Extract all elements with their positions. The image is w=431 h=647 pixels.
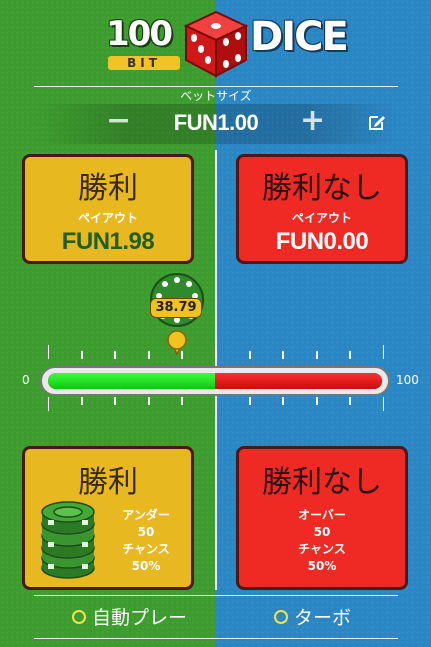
over-direction-label: オーバー: [298, 508, 346, 522]
slider-track[interactable]: [40, 366, 390, 396]
slider-min-label: 0: [22, 373, 30, 387]
bet-value: FUN1.00: [173, 110, 259, 135]
roll-value-label: 38.79: [150, 298, 202, 318]
autoplay-toggle[interactable]: 自動プレー: [72, 603, 187, 630]
over-card-title: 勝利なし: [262, 465, 382, 500]
under-card-title: 勝利: [78, 465, 138, 500]
win-payout-card[interactable]: 勝利 ペイアウト FUN1.98: [22, 154, 194, 264]
options-bar: 自動プレー ターボ: [34, 595, 398, 639]
win-payout-label: ペイアウト: [77, 211, 138, 225]
lose-payout-label: ペイアウト: [291, 211, 352, 225]
autoplay-radio-icon: [72, 609, 86, 624]
win-payout-value: FUN1.98: [61, 228, 155, 255]
logo-bit: BIT: [108, 56, 180, 70]
under-chance-value: 50%: [131, 559, 161, 573]
lose-payout-value: FUN0.00: [275, 228, 369, 255]
game-screen: 100 BIT DICE ベットサイズ − FUN1.00 + 勝利 ペイアウト…: [0, 0, 431, 647]
red-die-icon: [183, 10, 249, 78]
over-card[interactable]: 勝利なし オーバー 50 チャンス 50%: [236, 446, 408, 590]
under-direction-label: アンダー: [122, 508, 170, 522]
decrease-bet-button[interactable]: −: [106, 102, 131, 142]
under-stats: アンダー 50 チャンス 50%: [111, 507, 181, 575]
turbo-toggle[interactable]: ターボ: [274, 603, 351, 630]
under-direction-value: 50: [137, 525, 155, 539]
under-chance-label: チャンス: [122, 542, 170, 556]
autoplay-label: 自動プレー: [92, 607, 188, 629]
options-top-rule: [34, 595, 398, 596]
bet-size-bar: ベットサイズ − FUN1.00 +: [34, 86, 398, 146]
over-chance-value: 50%: [307, 559, 337, 573]
slider-track-inner: [48, 373, 382, 389]
logo: 100 BIT DICE: [0, 4, 431, 82]
edit-icon[interactable]: [368, 113, 386, 131]
chip-stack-icon: [41, 501, 95, 579]
turbo-label: ターボ: [294, 607, 352, 629]
increase-bet-button[interactable]: +: [300, 102, 325, 142]
lose-card-title: 勝利なし: [262, 171, 382, 206]
logo-word: DICE: [250, 14, 349, 60]
over-direction-value: 50: [313, 525, 331, 539]
logo-number: 100: [106, 14, 173, 54]
lose-payout-card[interactable]: 勝利なし ペイアウト FUN0.00: [236, 154, 408, 264]
over-chance-label: チャンス: [298, 542, 346, 556]
turbo-radio-icon: [274, 609, 288, 624]
slider-win-fill: [48, 373, 215, 389]
over-stats: オーバー 50 チャンス 50%: [239, 507, 405, 575]
win-card-title: 勝利: [78, 171, 138, 206]
slider-lose-fill: [215, 373, 382, 389]
slider-max-label: 100: [396, 373, 419, 387]
options-bottom-rule: [34, 638, 398, 639]
bet-size-label: ベットサイズ: [180, 89, 252, 103]
